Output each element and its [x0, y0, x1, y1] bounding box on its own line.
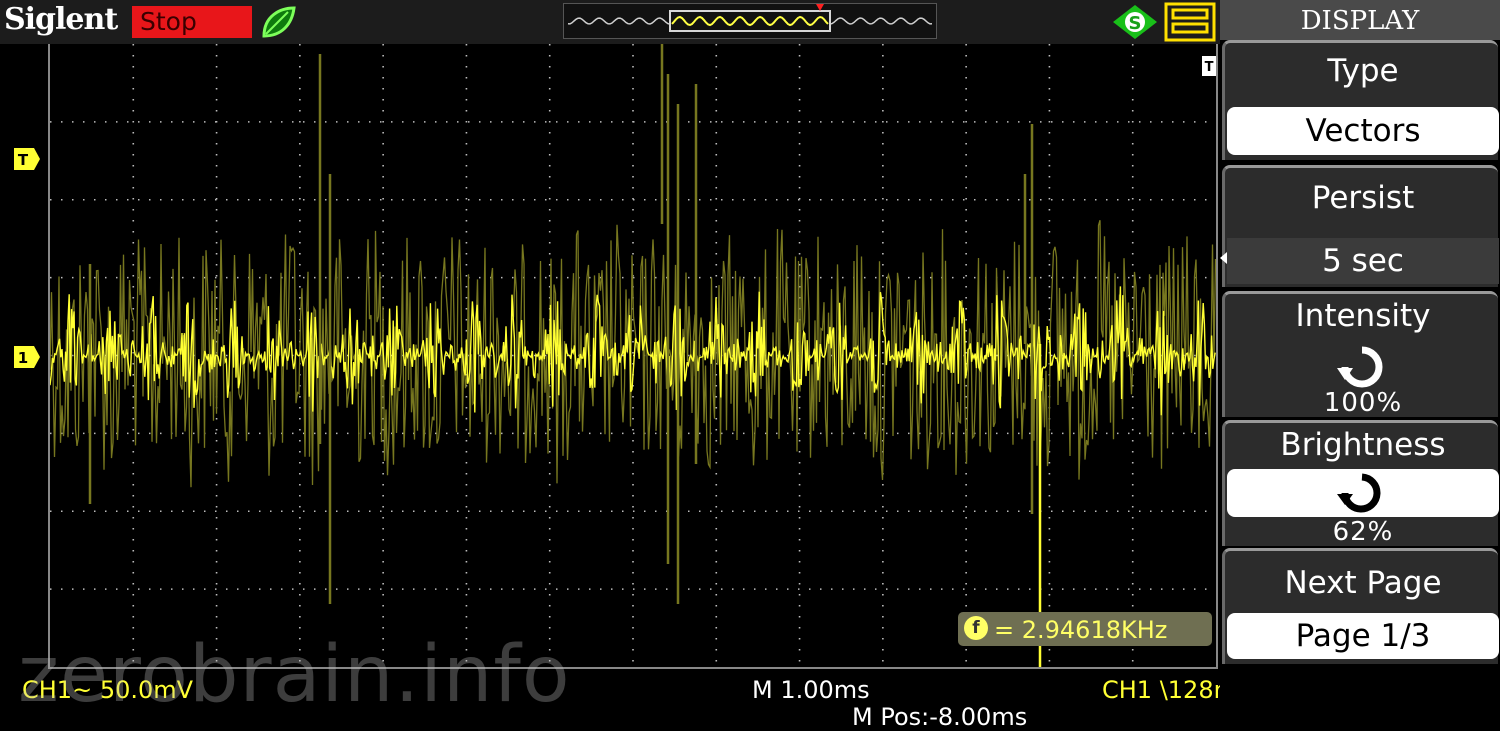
channel1-offset-marker: 1: [14, 346, 40, 368]
svg-text:T: T: [1205, 60, 1214, 75]
run-state-badge: Stop: [132, 6, 252, 38]
menu-item-next-page-value: Page 1/3: [1227, 613, 1499, 659]
trigger-position-marker: [816, 4, 824, 11]
menu-item-intensity[interactable]: Intensity 100%: [1222, 291, 1498, 418]
memory-waveform-preview: [567, 4, 933, 32]
channel1-offset-label: 1: [18, 349, 28, 367]
brightness-knob-field: [1227, 469, 1499, 517]
top-bar: Siglent Stop S: [0, 0, 1220, 44]
frequency-readout: f = 2.94618KHz: [958, 612, 1212, 646]
svg-text:S: S: [1129, 13, 1142, 34]
right-trigger-marker: T: [1202, 56, 1216, 76]
menu-item-brightness-label: Brightness: [1280, 427, 1446, 463]
memory-overview-bar: [563, 3, 937, 39]
horizontal-position-readout: M Pos:-8.00ms: [852, 703, 1028, 731]
menu-item-persist-label: Persist: [1311, 180, 1415, 216]
frequency-value: = 2.94618KHz: [994, 616, 1168, 644]
menu-item-persist-value: 5 sec: [1227, 238, 1499, 284]
leaf-icon: [262, 6, 296, 38]
menu-item-next-page-label: Next Page: [1284, 565, 1442, 601]
trigger-level-marker: T: [14, 148, 40, 170]
timebase-readout: M 1.00ms: [752, 676, 870, 704]
menu-item-next-page[interactable]: Next Page Page 1/3: [1222, 548, 1499, 664]
waveform-canvas: T: [50, 44, 1216, 667]
menu-item-brightness[interactable]: Brightness 62%: [1222, 420, 1499, 547]
persist-pointer-icon: [1220, 252, 1227, 264]
menu-item-persist[interactable]: Persist 5 sec: [1222, 165, 1499, 287]
rotate-knob-icon: [1337, 346, 1383, 388]
rotate-knob-icon: [1337, 473, 1381, 513]
watermark: zerobrain.info: [18, 630, 571, 720]
menu-item-intensity-value: 100%: [1323, 388, 1403, 418]
menu-item-type-value: Vectors: [1227, 107, 1499, 155]
usb-s-icon: S: [1113, 5, 1157, 39]
menu-item-type-label: Type: [1327, 53, 1399, 89]
menu-item-brightness-value: 62%: [1332, 517, 1394, 547]
menu-title: DISPLAY: [1220, 0, 1500, 40]
menu-item-type[interactable]: Type Vectors: [1222, 40, 1499, 160]
trigger-status-icon: [1164, 2, 1216, 42]
waveform-display[interactable]: T: [48, 44, 1218, 669]
trigger-level-label: T: [18, 151, 29, 169]
brand-logo: Siglent: [4, 2, 118, 37]
menu-item-intensity-label: Intensity: [1295, 298, 1431, 334]
display-menu: DISPLAY Type Vectors Persist 5 sec Inten…: [1220, 0, 1500, 731]
frequency-icon: f: [964, 616, 988, 640]
